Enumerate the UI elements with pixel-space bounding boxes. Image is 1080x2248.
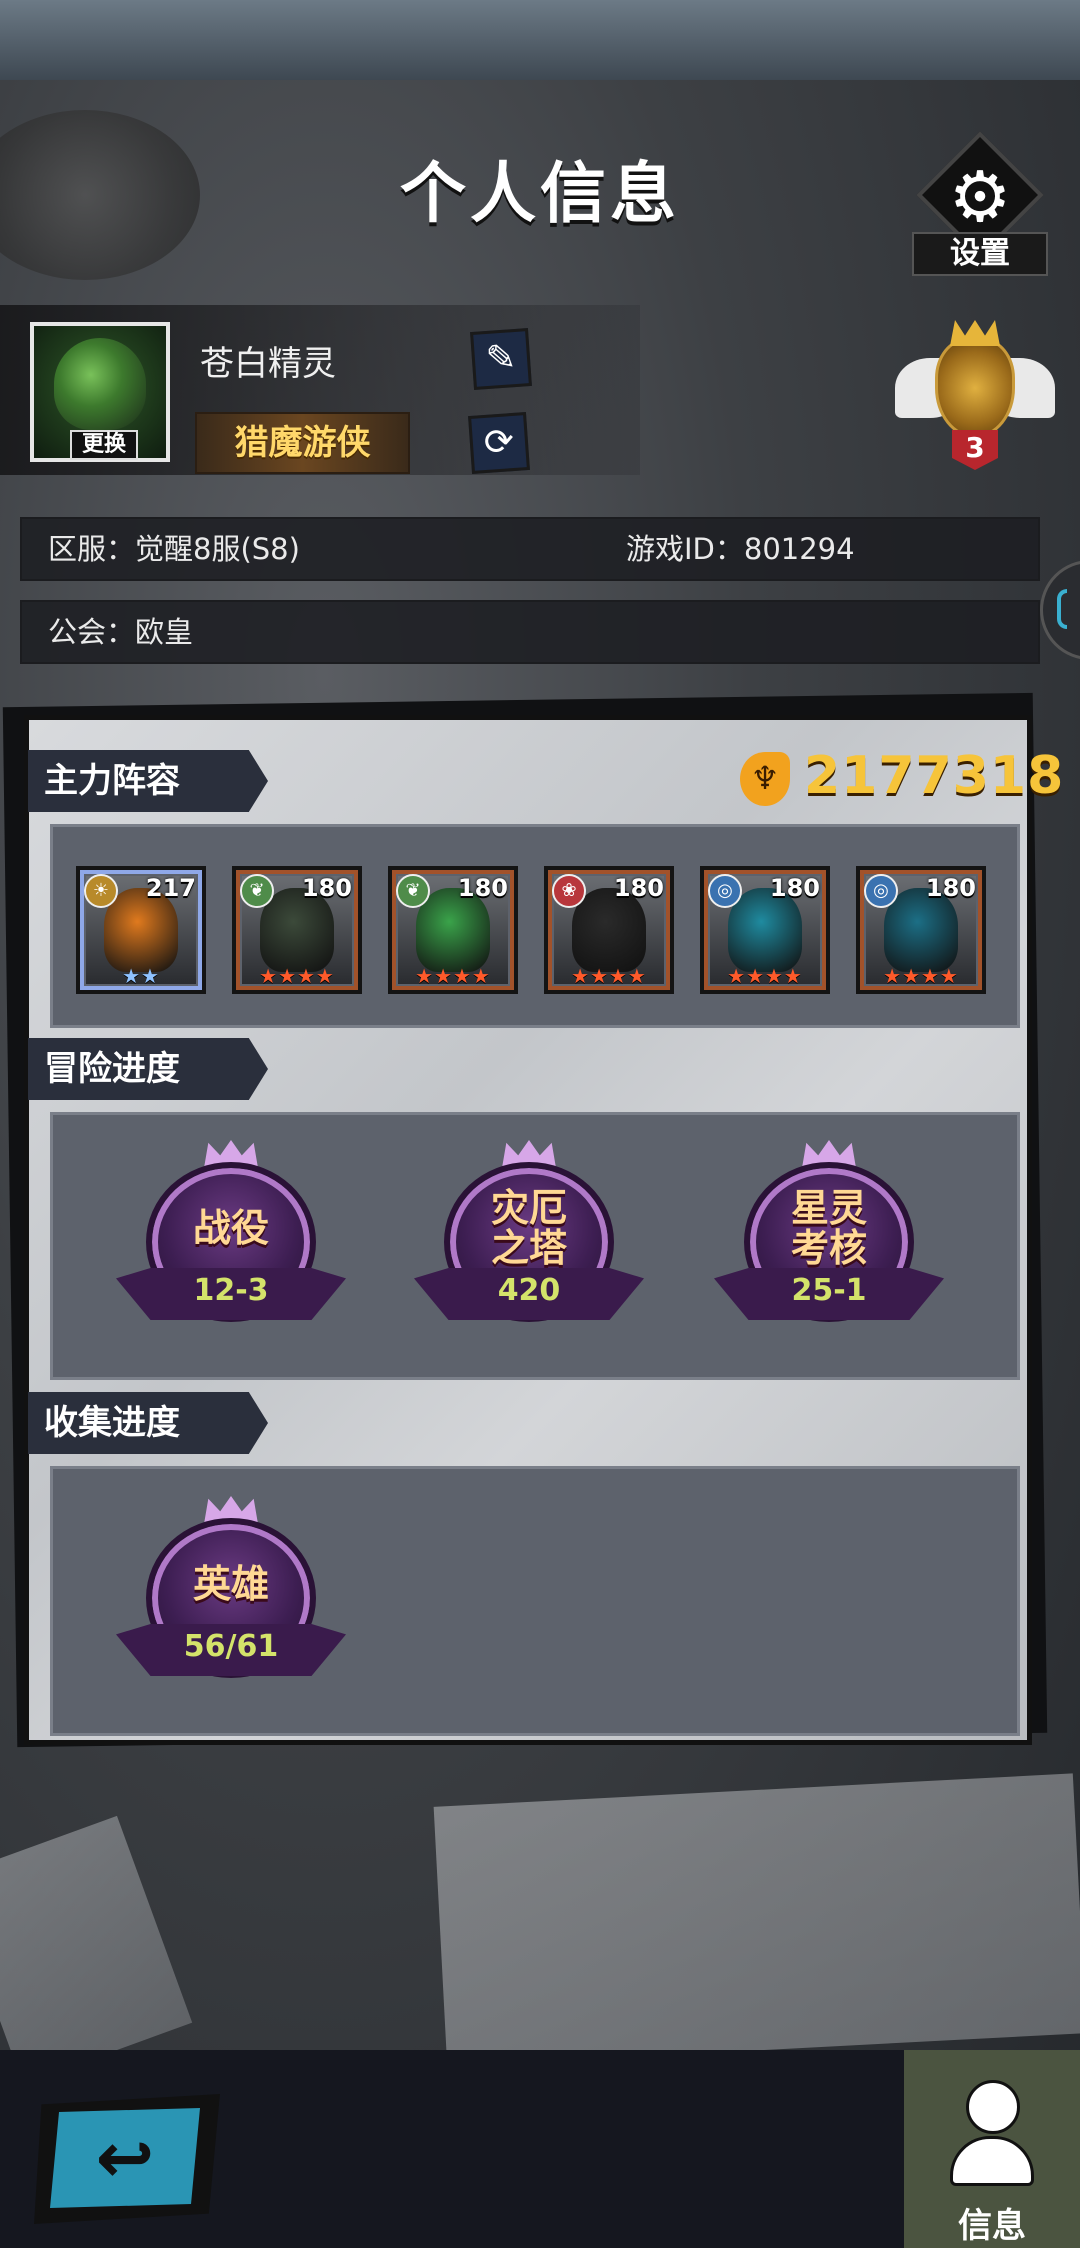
hero-card[interactable]: ❦ 180 ★★★★ [232,866,362,994]
back-arrow-icon: ↩ [50,2108,200,2208]
element-icon: ☀ [84,874,118,908]
element-icon: ◎ [708,874,742,908]
badge-value: 12-3 [193,1273,269,1308]
lineup-section-title: 主力阵容 [28,750,268,812]
badge-name: 战役 [192,1206,269,1250]
hero-stars: ★★★★ [571,964,647,988]
badge-value: 25-1 [791,1273,867,1308]
collection-badge[interactable]: 英雄 56/61 [116,1496,346,1696]
hero-level: 180 [613,874,664,902]
top-strip [0,0,1080,80]
adventure-badge[interactable]: 战役 12-3 [116,1140,346,1340]
hero-level: 180 [769,874,820,902]
server-info-bar: 区服：觉醒8服(S8) 游戏ID：801294 [20,517,1040,581]
element-icon: ❦ [240,874,274,908]
adventure-section-title: 冒险进度 [28,1038,268,1100]
settings-label: 设置 [912,232,1048,276]
power-icon: ♆ [740,752,790,806]
collection-section-title: 收集进度 [28,1392,268,1454]
combat-power-value: 2177318 [804,746,1065,806]
gear-icon: ⚙ [948,156,1012,238]
hero-card[interactable]: ◎ 180 ★★★★ [700,866,830,994]
adventure-badge[interactable]: 灾厄 之塔 420 [414,1140,644,1340]
badge-value: 56/61 [183,1629,279,1664]
settings-button[interactable]: ⚙ 设置 [900,131,1060,280]
element-icon: ❦ [396,874,430,908]
adventure-badge[interactable]: 星灵 考核 25-1 [714,1140,944,1340]
element-icon: ❀ [552,874,586,908]
hero-level: 217 [145,874,196,902]
back-button[interactable]: ↩ [34,2094,220,2224]
person-icon-body [950,2136,1034,2186]
switch-title-button[interactable]: ⟳ [468,412,530,474]
hero-level: 180 [925,874,976,902]
guild-label: 公会：欧皇 [48,615,194,649]
hero-card[interactable]: ❦ 180 ★★★★ [388,866,518,994]
hero-stars: ★★★★ [259,964,335,988]
hero-card[interactable]: ☀ 217 ★★ [76,866,206,994]
player-nickname: 苍白精灵 [200,344,336,384]
hero-level: 180 [301,874,352,902]
badge-name: 英雄 [192,1562,269,1606]
edit-name-button[interactable]: ✎ [470,328,532,390]
hero-stars: ★★★★ [727,964,803,988]
avatar-portrait [54,338,146,430]
avatar[interactable]: 更换 [30,322,170,462]
hero-stars: ★★ [122,964,160,988]
badge-name: 星灵 考核 [790,1186,867,1270]
paper-decoration [433,1773,1080,2067]
rank-level: 3 [952,430,998,470]
rank-emblem[interactable]: 3 [890,320,1060,480]
info-tab[interactable]: 信息 [904,2050,1080,2248]
person-icon-head [966,2080,1020,2134]
hero-card[interactable]: ❀ 180 ★★★★ [544,866,674,994]
rank-medal-icon [935,338,1015,438]
avatar-change-button[interactable]: 更换 [70,430,138,460]
edit-icon: ✎ [484,336,518,381]
combat-power: ♆ 2177318 [740,746,1063,812]
person-icon [950,2080,1034,2190]
refresh-icon: ⟳ [482,420,516,465]
element-icon: ◎ [864,874,898,908]
badge-name: 灾厄 之塔 [490,1186,567,1270]
info-tab-label: 信息 [958,2206,1026,2246]
server-label: 区服：觉醒8服(S8) [48,532,300,566]
game-id-label: 游戏ID：801294 [626,532,855,566]
hero-stars: ★★★★ [415,964,491,988]
guild-info-bar: 公会：欧皇 [20,600,1040,664]
hero-level: 180 [457,874,508,902]
hero-stars: ★★★★ [883,964,959,988]
side-tab-bracket-icon [1057,589,1067,629]
page-title: 个人信息 [400,155,680,232]
hero-card[interactable]: ◎ 180 ★★★★ [856,866,986,994]
player-title-badge: 猎魔游侠 [195,412,410,474]
badge-value: 420 [497,1273,561,1308]
crown-icon [950,320,1000,346]
